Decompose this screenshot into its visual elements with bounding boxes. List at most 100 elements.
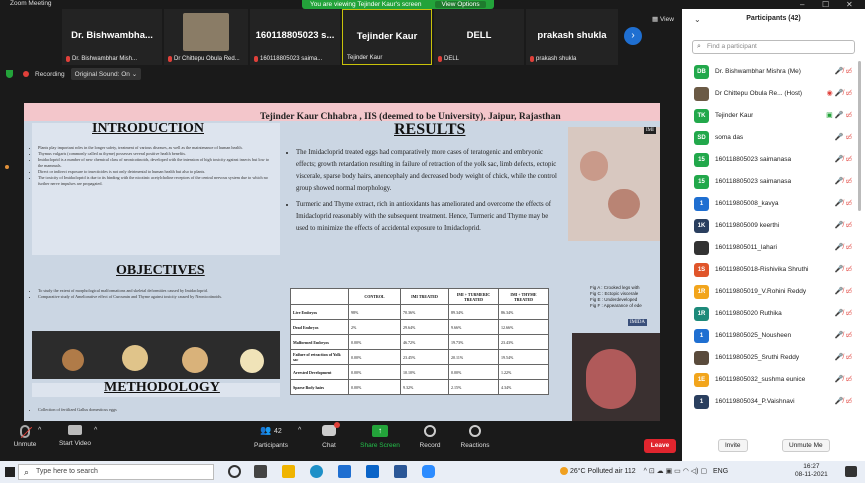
invite-button[interactable]: Invite	[718, 439, 748, 452]
participant-name: 160119805025_Sruthi Reddy	[715, 354, 800, 361]
start-video-button[interactable]: Start Video	[50, 425, 100, 447]
table-cell: 89.34%	[448, 304, 499, 320]
participant-row[interactable]: 1 160119805034_P.Vaishnavi 🎤̸ ▭̸	[682, 391, 858, 413]
chat-button[interactable]: Chat	[304, 422, 354, 449]
unmute-me-button[interactable]: Unmute Me	[782, 439, 830, 452]
clock-time: 16:27	[803, 463, 820, 470]
chick-image	[62, 349, 84, 371]
record-button[interactable]: Record	[405, 425, 455, 449]
participant-name: Tejinder Kaur	[715, 112, 754, 119]
participant-name: 160118805023 saimanasa	[715, 156, 792, 163]
participant-row[interactable]: 1 160119805025_Nousheen 🎤̸ ▭̸	[682, 325, 858, 347]
participant-row[interactable]: 1R 160119805019_V.Rohini Reddy 🎤̸ ▭̸	[682, 281, 858, 303]
tray-icons[interactable]: ^ ⊡ ☁ ▣ ▭ ◠ ◁) ▢	[644, 468, 707, 475]
participant-row[interactable]: 160119805025_Sruthi Reddy 🎤̸ ▭̸	[682, 347, 858, 369]
participant-row[interactable]: 1K 160119805009 keerthi 🎤̸ ▭̸	[682, 215, 858, 237]
chevron-down-icon: ⌄	[131, 71, 138, 78]
mail-icon[interactable]	[366, 465, 379, 478]
chat-badge	[334, 422, 340, 428]
language-indicator[interactable]: ENG	[713, 468, 728, 475]
reactions-button[interactable]: Reactions	[450, 425, 500, 449]
participant-row[interactable]: 1R 160119805020 Ruthika 🎤̸ ▭̸	[682, 303, 858, 325]
participant-row[interactable]: SD soma das 🎤 ▭̸	[682, 127, 858, 149]
notification-icon[interactable]	[845, 466, 857, 477]
participant-name: 160119805008_kavya	[715, 200, 779, 207]
participant-row[interactable]: 1S 160119805018-Rishivika Shruthi 🎤̸ ▭̸	[682, 259, 858, 281]
cortana-icon[interactable]	[228, 465, 241, 478]
file-explorer-icon[interactable]	[282, 465, 295, 478]
close-icon[interactable]: ✕	[846, 0, 853, 9]
view-label: View	[659, 16, 674, 23]
image-tag: IMIDA	[628, 319, 647, 326]
weather-label[interactable]: 26°C Polluted air 112	[570, 468, 636, 475]
share-screen-label: Share Screen	[360, 442, 400, 449]
participants-button[interactable]: 👥 42 Participants	[246, 425, 296, 449]
participant-row[interactable]: TK Tejinder Kaur ▣ 🎤 ▭̸	[682, 105, 858, 127]
leave-button[interactable]: Leave	[644, 439, 676, 453]
chevron-up-icon[interactable]: ^	[38, 427, 41, 434]
search-icon: ⌕	[24, 467, 30, 477]
mic-off-icon	[20, 425, 33, 439]
word-icon[interactable]	[394, 465, 407, 478]
objectives-heading: OBJECTIVES	[116, 263, 205, 278]
table-cell: 98%	[348, 304, 401, 320]
share-screen-button[interactable]: ↑ Share Screen	[355, 425, 405, 449]
table-cell: 20.11%	[448, 349, 499, 365]
participant-row[interactable]: DB Dr. Bishwambhar Mishra (Me) 🎤̸ ▭̸	[682, 61, 858, 83]
participant-row[interactable]: 160119805011_lahari 🎤̸ ▭̸	[682, 237, 858, 259]
unmute-button[interactable]: Unmute	[0, 425, 50, 448]
windows-start-icon[interactable]	[5, 467, 15, 477]
avatar	[694, 87, 709, 101]
avatar: 15	[694, 153, 709, 167]
poster-slide: Tejinder Kaur Chhabra , IIS (deemed to b…	[24, 103, 660, 421]
participant-name: 160119805032_sushma eunice	[715, 376, 806, 383]
participant-search-input[interactable]: ⌕ Find a participant	[692, 40, 855, 54]
reactions-icon	[469, 425, 481, 437]
participant-row[interactable]: 15 160118805023 saimanasa 🎤̸ ▭̸	[682, 149, 858, 171]
avatar: 1R	[694, 307, 709, 321]
view-button[interactable]: ▦ View	[652, 15, 674, 23]
clock[interactable]: 16:27 08-11-2021	[795, 463, 828, 479]
maximize-icon[interactable]: ☐	[822, 0, 829, 9]
video-tile[interactable]: DELL DELL	[434, 9, 524, 65]
record-icon	[424, 425, 436, 437]
table-cell: 0.00%	[348, 349, 401, 365]
video-tile-active-speaker[interactable]: Tejinder Kaur Tejinder Kaur	[342, 9, 432, 65]
chevron-up-icon[interactable]: ^	[94, 427, 97, 434]
participants-panel: ⌄ Participants (42) ⌕ Find a participant…	[682, 9, 865, 461]
participant-row[interactable]: Dr Chittepu Obula Re... (Host) ◉ 🎤̸ ▭̸	[682, 83, 858, 105]
video-tile[interactable]: Dr Chittepu Obula Red...	[164, 9, 248, 65]
table-cell: 46.72%	[400, 334, 449, 350]
chevron-up-icon[interactable]: ^	[298, 427, 301, 434]
mic-muted-icon	[254, 56, 258, 62]
video-tile[interactable]: 160118805023 s... 160118805023 saima...	[250, 9, 340, 65]
panel-scrollbar[interactable]	[858, 61, 861, 211]
video-off-icon	[68, 425, 82, 435]
table-header	[290, 288, 349, 305]
store-icon[interactable]	[338, 465, 351, 478]
edge-icon[interactable]	[310, 465, 323, 478]
video-tile[interactable]: prakash shukla prakash shukla	[526, 9, 618, 65]
table-cell: 86.34%	[498, 304, 549, 320]
next-page-button[interactable]: ›	[624, 27, 642, 45]
minimize-icon[interactable]: –	[800, 0, 804, 9]
mic-video-off-icons: 🎤̸ ▭̸	[834, 178, 852, 185]
participant-row[interactable]: 15 160118805023 saimanasa 🎤̸ ▭̸	[682, 171, 858, 193]
table-header: IMI + THYME TREATED	[498, 288, 549, 305]
zoom-app-icon[interactable]	[422, 465, 435, 478]
list-item: Collection of fertilized Gallus domestic…	[38, 407, 272, 413]
original-sound-button[interactable]: Original Sound: On ⌄	[70, 68, 142, 80]
chat-icon	[322, 422, 340, 436]
taskbar-search-input[interactable]: ⌕ Type here to search	[18, 464, 214, 480]
avatar	[694, 241, 709, 255]
task-view-icon[interactable]	[254, 465, 267, 478]
table-cell: 23.43%	[498, 334, 549, 350]
participant-row[interactable]: 1E 160119805032_sushma eunice 🎤̸ ▭̸	[682, 369, 858, 391]
view-options-button[interactable]: View Options	[435, 1, 486, 8]
participant-row[interactable]: 1 160119805008_kavya 🎤̸ ▭̸	[682, 193, 858, 215]
participant-name: Dr. Bishwambhar Mishra (Me)	[715, 68, 801, 75]
participants-icon: 👥 42	[260, 425, 282, 435]
video-tile[interactable]: Dr. Bishwambha... Dr. Bishwambhar Mish..…	[62, 9, 162, 65]
participant-photo	[183, 13, 229, 51]
avatar: 1	[694, 197, 709, 211]
